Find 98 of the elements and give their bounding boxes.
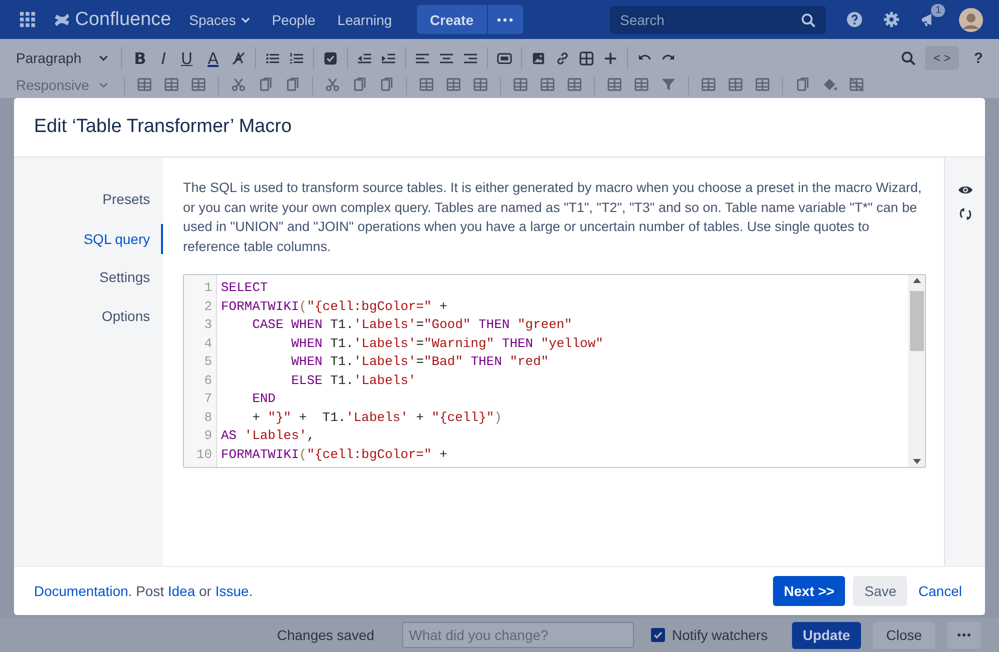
settings-icon[interactable] [883, 11, 900, 28]
code-line: WHEN T1.'Labels'="Warning" THEN "yellow" [290, 334, 604, 352]
table-column-icon[interactable] [419, 77, 434, 92]
footer-link[interactable]: Documentation [34, 583, 128, 599]
dialog-title: Edit ‘Table Transformer’ Macro [34, 116, 292, 138]
table-grid-icon[interactable] [567, 77, 582, 92]
filter-icon[interactable] [661, 77, 676, 92]
avatar-icon[interactable] [959, 8, 983, 32]
help-icon[interactable] [846, 11, 863, 28]
sidebar-tab[interactable]: Settings [99, 266, 163, 289]
line-number: 10 [195, 446, 212, 464]
line-number: 4 [203, 334, 212, 352]
panel-icon[interactable] [496, 50, 512, 66]
task-icon[interactable] [322, 50, 338, 66]
table-grid-icon[interactable] [634, 77, 649, 92]
bullets-icon[interactable] [264, 50, 280, 66]
paste-icon[interactable] [379, 77, 394, 92]
scrollbar[interactable] [908, 275, 925, 467]
cancel-link[interactable]: Cancel [915, 583, 965, 599]
more-button[interactable] [486, 5, 523, 34]
more-icon[interactable] [956, 633, 971, 637]
save-status: Changes saved [277, 627, 376, 643]
create-button[interactable]: Create [416, 5, 487, 34]
code-line: + "}" + T1.'Labels' + "{cell}") [251, 408, 503, 426]
nav-menu-item[interactable]: Spaces [189, 12, 250, 28]
table-row-icon[interactable] [164, 77, 179, 92]
format-button[interactable]: B [131, 48, 150, 68]
save-button[interactable]: Save [853, 576, 908, 606]
refresh-icon[interactable] [958, 207, 972, 221]
table-row-icon[interactable] [191, 77, 206, 92]
search-icon[interactable] [901, 50, 916, 66]
code-line: ELSE T1.'Labels' [290, 372, 418, 390]
scroll-down-icon[interactable] [912, 459, 920, 464]
plus-icon[interactable] [602, 50, 618, 66]
code-line: CASE WHEN T1.'Labels'="Good" THEN "green" [251, 316, 574, 334]
code-editor[interactable] [183, 274, 926, 468]
line-number: 3 [203, 316, 212, 334]
footer-note: Documentation. Post Idea or Issue. [34, 583, 253, 599]
code-line: WHEN T1.'Labels'="Bad" THEN "red" [290, 353, 550, 371]
more-button[interactable] [946, 622, 981, 648]
code-line: FORMATWIKI("{cell:bgColor=" + [221, 446, 448, 464]
description-text: The SQL is used to transform source tables. It is either generated by macro when you choose a preset in the macro Wizard, or you can write your own complex query. Tables are named as "T1", "T2", "T3" and so on. Table name variable "T*" can be used in "UNION" and "JOIN" operations when you have a large or uncertain number of tables. Use single quotes to reference table columns. [183, 179, 923, 256]
copy-icon[interactable] [352, 77, 367, 92]
scissors-icon[interactable] [325, 77, 340, 92]
line-number: 2 [203, 298, 212, 316]
table-icon[interactable] [578, 50, 594, 66]
link-icon[interactable] [554, 50, 570, 66]
notification-badge: 1 [931, 4, 945, 17]
search-field[interactable]: Search [610, 6, 826, 34]
sidebar-tab[interactable]: Presets [102, 188, 163, 211]
notify-label: Notify watchers [672, 627, 768, 643]
table-grid-icon[interactable] [513, 77, 528, 92]
notify-checkbox[interactable] [651, 628, 665, 642]
line-number: 7 [203, 390, 212, 408]
scroll-up-icon[interactable] [912, 278, 920, 283]
footer-link[interactable]: Issue [215, 583, 249, 599]
text-color-button[interactable]: A [204, 48, 222, 68]
paragraph-style-dropdown[interactable]: Paragraph [12, 50, 112, 66]
help-button[interactable]: ? [968, 48, 989, 68]
numbers-icon[interactable] [288, 50, 304, 66]
table-grid-icon[interactable] [540, 77, 555, 92]
table-grid-icon[interactable] [607, 77, 622, 92]
close-button[interactable]: Close [873, 622, 935, 648]
table-off-icon[interactable] [849, 77, 864, 92]
code-line: FORMATWIKI("{cell:bgColor=" + [221, 298, 448, 316]
clear-icon[interactable] [230, 50, 246, 66]
change-comment-field[interactable]: What did you change? [402, 622, 634, 648]
table-row-icon[interactable] [137, 77, 152, 92]
table-column-icon[interactable] [446, 77, 461, 92]
source-editor-button[interactable]: < > [925, 46, 959, 70]
footer-link[interactable]: Idea [168, 583, 196, 599]
next-button[interactable]: Next >> [772, 576, 846, 606]
copy-icon[interactable] [258, 77, 273, 92]
table-copy-icon[interactable] [795, 77, 810, 92]
code-line: END [251, 390, 277, 408]
line-number: 9 [203, 427, 212, 445]
paste-icon[interactable] [285, 77, 300, 92]
paint-bucket-icon[interactable] [822, 77, 837, 92]
app-grid-icon[interactable] [19, 11, 36, 28]
nav-menu-item[interactable]: Learning [337, 12, 392, 28]
format-button[interactable]: U [178, 48, 196, 68]
search-icon[interactable] [801, 12, 816, 28]
code-line: SELECT [221, 279, 269, 297]
table-column-icon[interactable] [473, 77, 488, 92]
caret-icon[interactable] [99, 55, 108, 61]
sidebar-tab[interactable]: Options [102, 305, 163, 328]
line-number: 1 [203, 279, 212, 297]
nav-menu-item[interactable]: People [272, 12, 316, 28]
format-button[interactable]: I [158, 48, 169, 68]
line-number: 5 [203, 353, 212, 371]
line-number: 6 [203, 372, 212, 390]
scissors-icon[interactable] [231, 77, 246, 92]
image-icon[interactable] [530, 50, 546, 66]
update-button[interactable]: Update [792, 622, 862, 648]
product-name[interactable]: Confluence [75, 8, 172, 30]
more-icon[interactable] [497, 18, 514, 22]
line-number: 8 [203, 408, 212, 426]
code-line: AS 'Lables', [221, 427, 316, 445]
